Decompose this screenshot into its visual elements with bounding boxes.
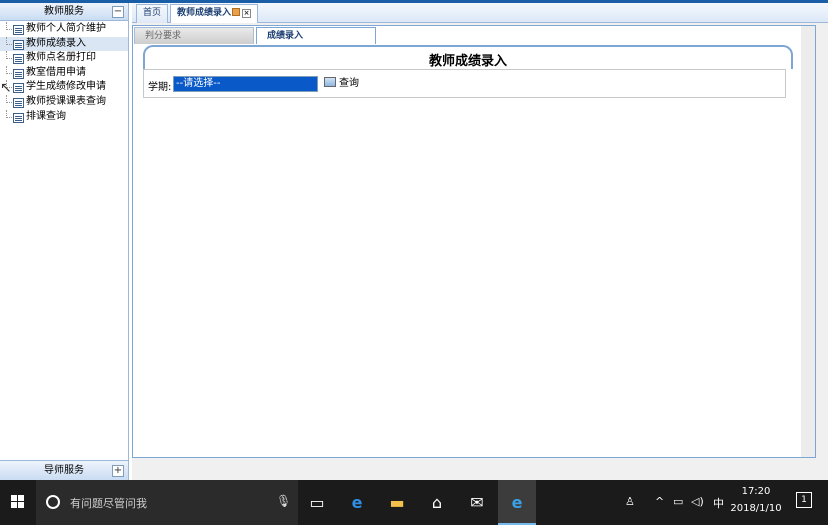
ime-indicator[interactable]: 中 [713,495,724,511]
subtab-label: 判分要求 [145,31,182,41]
tab-bar: 首页 教师成绩录入 × [132,3,828,23]
subtab-grade-entry[interactable]: 成绩录入 [256,27,376,44]
panel-header-advisor-services[interactable]: 导师服务 + [0,460,128,480]
refresh-icon[interactable] [232,8,241,16]
internet-explorer-icon[interactable]: e [498,480,536,525]
search-placeholder: 有问题尽管问我 [70,497,147,510]
subtab-bar: 判分要求 成绩录入 [134,27,804,44]
notification-icon[interactable]: 1 [796,492,812,508]
nav-tree: 教师个人简介维护 教师成绩录入 教师点名册打印 教室借用申请 学生成绩修改申请 … [0,22,128,124]
term-label: 学期: [148,82,172,93]
nav-item-timetable[interactable]: 教师授课课表查询 [0,94,128,110]
content-area: 首页 教师成绩录入 × 判分要求 成绩录入 教师成绩录入 学期: --请选择-- … [132,3,828,480]
mouse-cursor-icon: ↖ [0,80,12,96]
nav-item-profile[interactable]: 教师个人简介维护 [0,22,128,37]
picture-icon [324,77,336,87]
volume-icon[interactable]: ◁) [691,495,704,508]
cortana-icon [46,495,60,509]
query-label: 查询 [339,78,359,89]
start-button[interactable] [0,480,36,525]
tree-line-icon [6,94,12,103]
tab-grade-entry[interactable]: 教师成绩录入 × [170,4,259,23]
mail-icon[interactable]: ✉ [458,480,496,525]
nav-item-label: 教师个人简介维护 [26,23,106,34]
task-view-icon[interactable]: ▭ [298,480,336,525]
tree-line-icon [6,36,12,45]
nav-item-label: 教室借用申请 [26,66,86,78]
vertical-scrollbar[interactable] [801,26,815,457]
tab-label: 首页 [143,8,162,18]
tab-home[interactable]: 首页 [136,4,169,23]
panel-footer-label: 导师服务 [44,465,84,476]
nav-item-label: 学生成绩修改申请 [26,81,106,93]
collapse-icon[interactable]: − [112,6,124,18]
nav-item-grade-entry[interactable]: 教师成绩录入 [0,36,128,52]
document-icon [13,39,24,50]
taskbar: 有问题尽管问我 🎙 ▭ e ▬ ⌂ ✉ e ♙ ^ ▭ ◁) 中 17:20 2… [0,480,828,525]
tab-label: 教师成绩录入 [177,8,232,18]
windows-logo-icon [11,495,25,509]
tree-line-icon [6,109,12,118]
tree-line-icon [6,22,12,30]
document-icon [13,97,24,108]
network-icon[interactable]: ▭ [673,495,683,508]
search-box[interactable]: 有问题尽管问我 🎙 [36,480,298,525]
edge-browser-icon[interactable]: e [338,480,376,525]
microphone-icon[interactable]: 🎙 [276,494,291,508]
filter-form: 学期: --请选择-- 查询 [143,69,786,98]
nav-item-label: 教师点名册打印 [26,52,96,64]
store-icon[interactable]: ⌂ [418,480,456,525]
panel-header-teacher-services[interactable]: 教师服务 − [0,3,128,21]
nav-item-label: 排课查询 [26,110,66,122]
close-icon[interactable]: × [242,9,252,18]
page-title: 教师成绩录入 [428,54,507,69]
chevron-up-icon[interactable]: ^ [655,495,664,508]
people-icon[interactable]: ♙ [625,495,635,508]
document-icon [13,68,24,79]
subtab-label: 成绩录入 [267,31,304,41]
term-select[interactable]: --请选择-- [173,76,318,92]
tree-line-icon [6,51,12,60]
content-frame: 判分要求 成绩录入 教师成绩录入 学期: --请选择-- 查询 [132,25,816,458]
nav-item-roll-print[interactable]: 教师点名册打印 [0,51,128,66]
panel-header-label: 教师服务 [44,6,84,17]
clock[interactable]: 17:20 2018/1/10 [728,483,784,517]
document-icon [13,83,24,94]
subtab-scoring-rules[interactable]: 判分要求 [134,27,254,44]
nav-item-label: 教师授课课表查询 [26,95,106,107]
tree-line-icon [6,65,12,74]
document-icon [13,25,24,35]
file-explorer-icon[interactable]: ▬ [378,480,416,525]
clock-time: 17:20 [741,486,771,497]
left-panel: 教师服务 − 教师个人简介维护 教师成绩录入 教师点名册打印 教室借用申请 学生… [0,3,129,480]
nav-item-classroom-borrow[interactable]: 教室借用申请 [0,65,128,81]
clock-date: 2018/1/10 [730,503,782,514]
document-icon [13,54,24,65]
nav-item-schedule-query[interactable]: 排课查询 [0,109,128,125]
title-panel: 教师成绩录入 [143,45,793,69]
document-icon [13,112,24,123]
nav-item-grade-change[interactable]: 学生成绩修改申请 [0,80,128,95]
expand-icon[interactable]: + [112,465,124,477]
nav-item-label: 教师成绩录入 [26,37,86,49]
query-button[interactable]: 查询 [324,77,359,91]
